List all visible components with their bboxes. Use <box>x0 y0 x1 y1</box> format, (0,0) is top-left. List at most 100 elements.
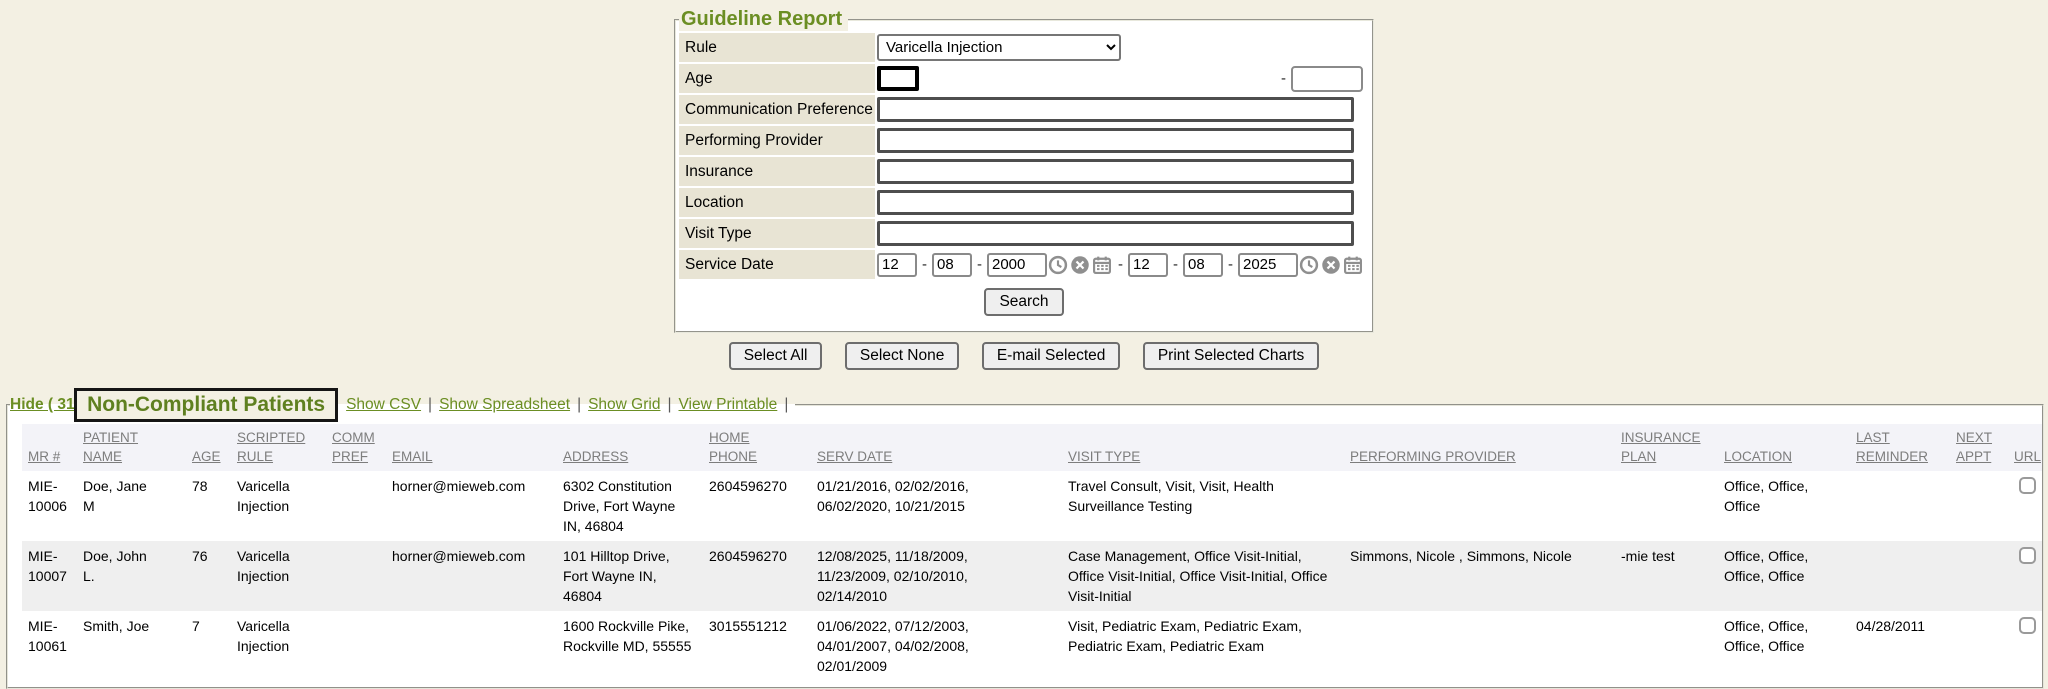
link-separator: | <box>660 396 678 414</box>
column-header-url[interactable]: URL <box>2008 424 2042 471</box>
column-header-insurance-plan[interactable]: INSURANCEPLAN <box>1615 424 1718 471</box>
date-separator: - <box>917 256 932 273</box>
cell-mr: MIE-10007 <box>22 541 77 611</box>
column-header-home-phone[interactable]: HOMEPHONE <box>703 424 811 471</box>
communication-preference-input[interactable] <box>877 97 1354 122</box>
column-header-email[interactable]: EMAIL <box>386 424 557 471</box>
cell-url <box>2008 471 2042 541</box>
guideline-report-form: Guideline Report Rule Varicella Injectio… <box>674 8 1374 333</box>
cell-home-phone: 2604596270 <box>703 471 811 541</box>
age-from-input[interactable] <box>877 66 919 91</box>
cell-next-appt <box>1950 541 2008 611</box>
cell-comm-pref <box>326 611 386 681</box>
location-label: Location <box>679 188 875 217</box>
column-header-age[interactable]: AGE <box>186 424 231 471</box>
link-separator: | <box>570 396 588 414</box>
clear-icon[interactable] <box>1321 255 1341 275</box>
insurance-label: Insurance <box>679 157 875 186</box>
cell-email <box>386 611 557 681</box>
show-csv-link[interactable]: Show CSV <box>346 396 421 414</box>
service-date-to-day[interactable] <box>1183 253 1223 277</box>
show-spreadsheet-link[interactable]: Show Spreadsheet <box>439 396 570 414</box>
column-header-address[interactable]: ADDRESS <box>557 424 703 471</box>
age-label: Age <box>679 64 875 93</box>
column-header-visit-type[interactable]: VISIT TYPE <box>1062 424 1344 471</box>
column-header-last-reminder[interactable]: LASTREMINDER <box>1850 424 1950 471</box>
cell-mr: MIE-10061 <box>22 611 77 681</box>
cell-insurance-plan <box>1615 471 1718 541</box>
communication-preference-label: Communication Preference <box>679 95 875 124</box>
rule-label: Rule <box>679 33 875 62</box>
clock-icon[interactable] <box>1048 255 1068 275</box>
cell-home-phone: 3015551212 <box>703 611 811 681</box>
visit-type-input[interactable] <box>877 221 1354 246</box>
print-selected-charts-button[interactable]: Print Selected Charts <box>1143 342 1319 370</box>
url-checkbox[interactable] <box>2019 617 2036 634</box>
show-grid-link[interactable]: Show Grid <box>588 396 660 414</box>
cell-visit-type: Travel Consult, Visit, Visit, Health Sur… <box>1062 471 1344 541</box>
patients-table: MR # PATIENTNAME AGE SCRIPTEDRULE COMMPR… <box>22 424 2042 681</box>
form-row-age: Age - <box>679 64 1369 93</box>
service-date-from-month[interactable] <box>877 253 917 277</box>
cell-last-reminder <box>1850 541 1950 611</box>
calendar-icon[interactable] <box>1092 255 1112 275</box>
select-all-button[interactable]: Select All <box>729 342 823 370</box>
performing-provider-label: Performing Provider <box>679 126 875 155</box>
service-date-from-day[interactable] <box>932 253 972 277</box>
column-header-comm-pref[interactable]: COMMPREF <box>326 424 386 471</box>
email-selected-button[interactable]: E-mail Selected <box>982 342 1121 370</box>
form-row-service-date: Service Date -- - -- <box>679 250 1369 279</box>
column-header-next-appt[interactable]: NEXTAPPT <box>1950 424 2008 471</box>
clock-icon[interactable] <box>1299 255 1319 275</box>
select-none-button[interactable]: Select None <box>845 342 959 370</box>
cell-patient-name: Smith, Joe <box>77 611 186 681</box>
cell-location: Office, Office, Office, Office <box>1718 611 1850 681</box>
service-date-label: Service Date <box>679 250 875 279</box>
location-input[interactable] <box>877 190 1354 215</box>
actions-bar: Select All Select None E-mail Selected P… <box>0 342 2048 370</box>
clear-icon[interactable] <box>1070 255 1090 275</box>
column-header-mr[interactable]: MR # <box>22 424 77 471</box>
cell-location: Office, Office, Office, Office <box>1718 541 1850 611</box>
cell-address: 1600 Rockville Pike, Rockville MD, 55555 <box>557 611 703 681</box>
insurance-input[interactable] <box>877 159 1354 184</box>
date-separator: - <box>1223 256 1238 273</box>
cell-patient-name: Doe, John L. <box>77 541 186 611</box>
cell-address: 6302 Constitution Drive, Fort Wayne IN, … <box>557 471 703 541</box>
rule-select[interactable]: Varicella Injection <box>877 34 1121 61</box>
url-checkbox[interactable] <box>2019 547 2036 564</box>
table-header-row: MR # PATIENTNAME AGE SCRIPTEDRULE COMMPR… <box>22 424 2042 471</box>
cell-next-appt <box>1950 471 2008 541</box>
age-range-separator: - <box>1276 70 1291 87</box>
form-row-performing-provider: Performing Provider <box>679 126 1369 155</box>
service-date-from-year[interactable] <box>987 253 1047 277</box>
column-header-patient-name[interactable]: PATIENTNAME <box>77 424 186 471</box>
column-header-location[interactable]: LOCATION <box>1718 424 1850 471</box>
link-separator: | <box>421 396 439 414</box>
table-row: MIE-10061 Smith, Joe 7 Varicella Injecti… <box>22 611 2042 681</box>
form-row-visit-type: Visit Type <box>679 219 1369 248</box>
column-header-scripted-rule[interactable]: SCRIPTEDRULE <box>231 424 326 471</box>
cell-serv-date: 01/06/2022, 07/12/2003, 04/01/2007, 04/0… <box>811 611 1062 681</box>
table-row: MIE-10006 Doe, Jane M 78 Varicella Injec… <box>22 471 2042 541</box>
view-printable-link[interactable]: View Printable <box>679 396 778 414</box>
service-date-to-year[interactable] <box>1238 253 1298 277</box>
cell-performing-provider <box>1344 471 1615 541</box>
performing-provider-input[interactable] <box>877 128 1354 153</box>
cell-location: Office, Office, Office <box>1718 471 1850 541</box>
column-header-serv-date[interactable]: SERV DATE <box>811 424 1062 471</box>
column-header-performing-provider[interactable]: PERFORMING PROVIDER <box>1344 424 1615 471</box>
search-button[interactable]: Search <box>984 288 1063 316</box>
date-separator: - <box>1168 256 1183 273</box>
form-row-communication-preference: Communication Preference <box>679 95 1369 124</box>
cell-last-reminder: 04/28/2011 <box>1850 611 1950 681</box>
url-checkbox[interactable] <box>2019 477 2036 494</box>
service-date-to-month[interactable] <box>1128 253 1168 277</box>
calendar-icon[interactable] <box>1343 255 1363 275</box>
age-to-input[interactable] <box>1291 66 1363 92</box>
form-legend: Guideline Report <box>679 8 848 31</box>
hide-link[interactable]: Hide ( 31 ) <box>10 396 84 414</box>
service-date-range-separator: - <box>1113 256 1128 273</box>
cell-insurance-plan <box>1615 611 1718 681</box>
cell-last-reminder <box>1850 471 1950 541</box>
